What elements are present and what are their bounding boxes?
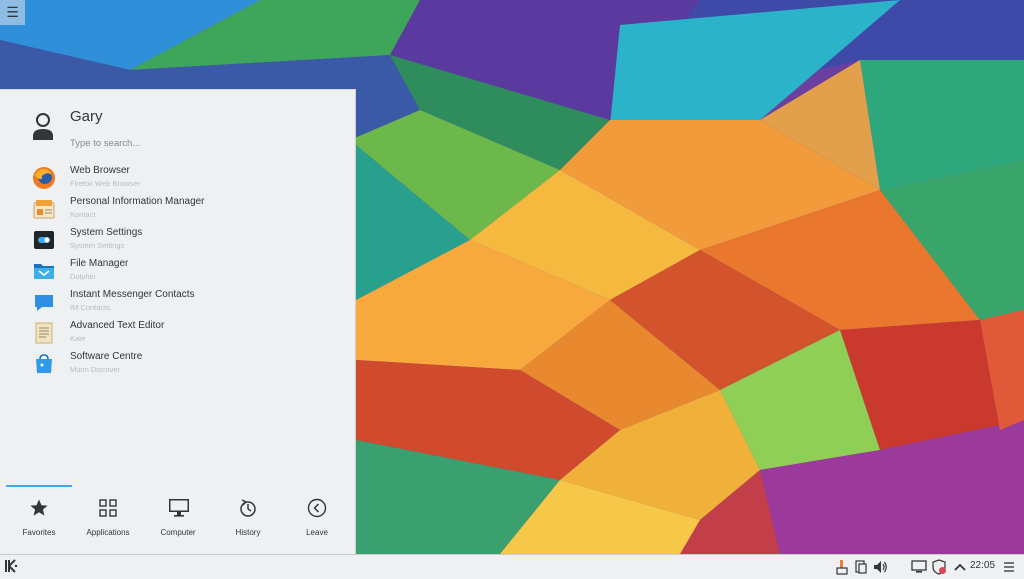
favorite-subtitle: Dolphin — [70, 272, 96, 281]
digital-clock[interactable]: 22:05 — [970, 560, 995, 571]
user-avatar-icon — [33, 113, 53, 140]
clipboard-icon[interactable] — [853, 559, 869, 575]
favorite-item-file-manager[interactable]: File Manager Dolphin — [0, 255, 356, 285]
favorite-title: Instant Messenger Contacts — [70, 289, 195, 300]
panel-menu-icon[interactable] — [1001, 559, 1017, 575]
kde-launcher-icon[interactable] — [3, 557, 21, 575]
monitor-icon — [169, 499, 189, 517]
tab-leave[interactable]: Leave — [282, 485, 352, 545]
application-launcher: Gary Web Browser Firefox Web Browser Per… — [0, 89, 356, 554]
favorite-item-kontact[interactable]: Personal Information Manager Kontact — [0, 193, 356, 223]
star-icon — [30, 499, 48, 516]
kontact-icon — [33, 200, 55, 219]
launcher-tab-bar: Favorites Applications Computer History … — [0, 485, 356, 555]
tab-label: History — [235, 528, 261, 537]
favorite-item-web-browser[interactable]: Web Browser Firefox Web Browser — [0, 162, 356, 192]
history-icon — [240, 499, 256, 517]
favorite-item-im-contacts[interactable]: Instant Messenger Contacts IM Contacts — [0, 286, 356, 316]
leave-icon — [307, 498, 327, 518]
text-editor-icon — [35, 322, 53, 344]
favorite-subtitle: Firefox Web Browser — [70, 179, 140, 188]
favorite-title: Web Browser — [70, 165, 130, 176]
expand-tray-icon[interactable] — [952, 559, 968, 575]
software-centre-icon — [36, 354, 52, 373]
tab-label: Leave — [306, 528, 328, 537]
favorite-title: Advanced Text Editor — [70, 320, 165, 331]
tab-label: Favorites — [22, 528, 56, 537]
tab-label: Applications — [86, 528, 130, 537]
tab-computer[interactable]: Computer — [143, 485, 213, 545]
desktop-toolbox-button[interactable]: ☰ — [0, 0, 25, 25]
favorite-item-software-centre[interactable]: Software Centre Muon Discover — [0, 348, 356, 378]
favorite-title: Software Centre — [70, 351, 143, 362]
favorite-subtitle: Kontact — [70, 210, 96, 219]
favorite-item-system-settings[interactable]: System Settings System Settings — [0, 224, 356, 254]
tab-label: Computer — [160, 528, 196, 537]
taskbar: 22:05 — [0, 554, 1024, 579]
favorite-title: Personal Information Manager — [70, 196, 205, 207]
tab-favorites[interactable]: Favorites — [4, 485, 74, 545]
updates-icon[interactable] — [931, 559, 947, 575]
favorite-subtitle: System Settings — [70, 241, 125, 250]
user-name: Gary — [70, 108, 103, 125]
search-input[interactable] — [66, 134, 344, 152]
firefox-icon — [33, 167, 55, 189]
system-settings-icon — [34, 231, 54, 249]
hamburger-icon: ☰ — [6, 4, 19, 20]
favorite-title: File Manager — [70, 258, 129, 269]
notification-icon[interactable] — [834, 559, 850, 575]
favorite-subtitle: Kate — [70, 334, 86, 343]
volume-icon[interactable] — [872, 559, 888, 575]
favorite-subtitle: IM Contacts — [70, 303, 111, 312]
tab-history[interactable]: History — [213, 485, 283, 545]
favorite-subtitle: Muon Discover — [70, 365, 121, 374]
grid-icon — [99, 499, 117, 517]
folder-icon — [34, 264, 54, 279]
network-icon[interactable] — [911, 559, 927, 575]
tab-applications[interactable]: Applications — [73, 485, 143, 545]
chat-icon — [35, 295, 53, 311]
favorite-item-text-editor[interactable]: Advanced Text Editor Kate — [0, 317, 356, 347]
favorite-title: System Settings — [70, 227, 143, 238]
